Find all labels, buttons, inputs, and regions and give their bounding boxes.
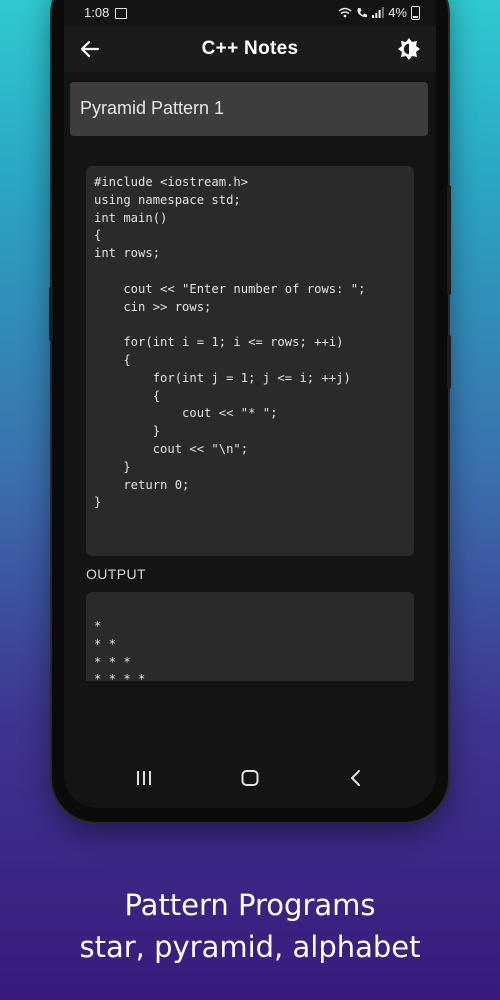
page-title: C++ Notes	[201, 38, 299, 59]
app-screen: 1:08 4% C++ Notes Pyramid Pattern 1 #inc…	[64, 0, 436, 808]
phone-side-button-left	[49, 287, 53, 341]
image-notification-icon	[115, 8, 127, 19]
recent-apps-icon[interactable]	[134, 768, 154, 788]
phone-side-button-right-top	[447, 185, 451, 295]
battery-icon	[411, 5, 420, 20]
phone-side-button-right-bottom	[447, 335, 451, 389]
chevron-left-icon[interactable]	[346, 768, 366, 788]
caption-line-1: Pattern Programs	[124, 888, 376, 922]
output-label: OUTPUT	[86, 566, 146, 582]
status-time: 1:08	[84, 5, 110, 20]
battery-percent: 4%	[388, 5, 407, 20]
wifi-icon	[338, 7, 352, 18]
output-block: * * * * * * * * * *	[86, 592, 414, 681]
code-block: #include <iostream.h> using namespace st…	[86, 166, 414, 556]
program-title: Pyramid Pattern 1	[70, 82, 428, 136]
status-icons: 4%	[338, 5, 420, 20]
app-bar: C++ Notes	[64, 26, 436, 72]
code-text: #include <iostream.h> using namespace st…	[94, 175, 366, 510]
wifi-call-icon	[356, 7, 368, 19]
brightness-icon[interactable]	[396, 36, 422, 62]
caption-line-2: star, pyramid, alphabet	[79, 930, 421, 964]
output-text: * * * * * * * * * *	[94, 619, 146, 681]
status-bar: 1:08 4%	[64, 0, 436, 26]
home-icon[interactable]	[240, 768, 260, 788]
system-nav-bar	[64, 752, 436, 804]
signal-icon	[372, 7, 385, 18]
